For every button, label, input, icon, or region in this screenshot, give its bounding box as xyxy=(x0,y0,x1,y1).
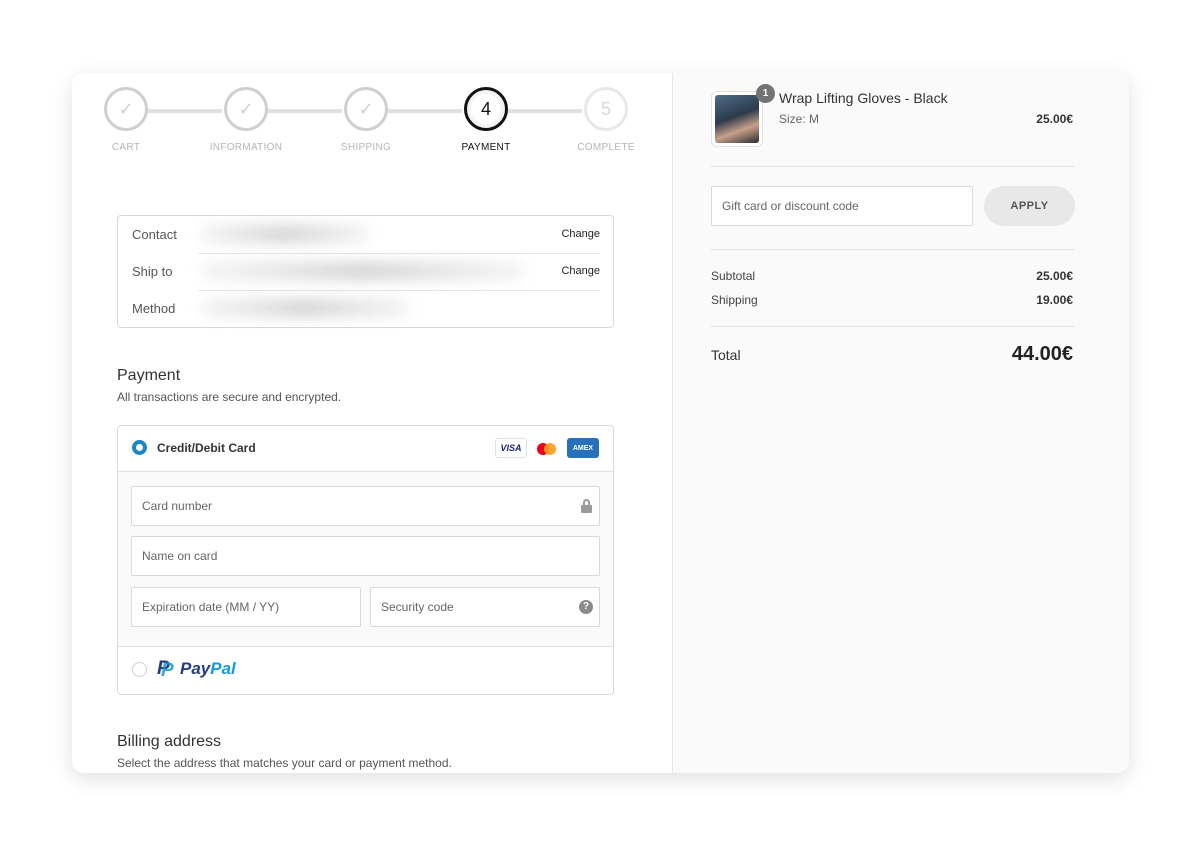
payment-title: Payment xyxy=(117,367,181,384)
step-label: CART xyxy=(111,142,141,153)
paypal-wordmark: PayPal xyxy=(180,659,236,678)
review-label: Method xyxy=(132,301,176,316)
step-payment: 4 PAYMENT xyxy=(462,87,510,153)
expiration-placeholder: Expiration date (MM / YY) xyxy=(142,600,280,614)
step-information[interactable]: ✓ INFORMATION xyxy=(210,87,282,153)
credit-card-option[interactable]: Credit/Debit Card VISA AMEX xyxy=(118,426,613,472)
product-price: 25.00€ xyxy=(1036,112,1073,126)
step-label: COMPLETE xyxy=(577,142,635,153)
product-image xyxy=(715,95,759,143)
checkout-card: ✓ CART ✓ INFORMATION ✓ SHIPPING 4 PAYMEN… xyxy=(72,73,1129,773)
credit-card-radio[interactable] xyxy=(132,440,147,455)
mastercard-icon xyxy=(531,438,563,458)
lock-icon xyxy=(581,499,592,513)
visa-icon: VISA xyxy=(495,438,527,458)
apply-discount-button[interactable]: APPLY xyxy=(984,186,1075,226)
quantity-badge: 1 xyxy=(756,84,775,103)
name-on-card-placeholder: Name on card xyxy=(142,549,218,563)
review-label: Contact xyxy=(132,227,177,242)
paypal-logo: P P PayPal xyxy=(157,658,236,681)
redacted-value xyxy=(200,261,525,281)
expiration-date-field[interactable]: Expiration date (MM / YY) xyxy=(131,587,361,627)
security-code-placeholder: Security code xyxy=(381,600,454,614)
step-cart[interactable]: ✓ CART xyxy=(104,87,148,153)
divider xyxy=(711,326,1075,327)
check-icon: ✓ xyxy=(344,87,388,131)
mastercard-circle-orange xyxy=(544,443,556,455)
divider xyxy=(711,249,1075,250)
credit-card-label: Credit/Debit Card xyxy=(157,441,256,455)
paypal-radio[interactable] xyxy=(132,662,147,677)
review-label: Ship to xyxy=(132,264,173,279)
redacted-value xyxy=(200,298,410,318)
step-label: PAYMENT xyxy=(461,142,511,153)
paypal-mark-icon: P P xyxy=(157,658,174,681)
total-value: 44.00€ xyxy=(1011,343,1073,365)
step-number: 5 xyxy=(584,87,628,131)
change-contact-link[interactable]: Change xyxy=(561,228,600,240)
order-summary-panel: 1 Wrap Lifting Gloves - Black Size: M 25… xyxy=(672,73,1129,773)
step-connector xyxy=(386,109,462,113)
product-thumbnail: 1 xyxy=(711,84,775,147)
step-connector xyxy=(146,109,222,113)
card-fields-area: Card number Name on card Expiration date… xyxy=(118,472,613,647)
total-label: Total xyxy=(711,347,741,363)
shipping-value: 19.00€ xyxy=(1036,293,1073,307)
subtotal-label: Subtotal xyxy=(711,269,756,283)
help-icon[interactable]: ? xyxy=(579,600,593,614)
amex-icon: AMEX xyxy=(567,438,599,458)
review-row-method: Method xyxy=(118,290,613,327)
order-review-box: Contact Change Ship to Change Method xyxy=(117,215,614,328)
check-icon: ✓ xyxy=(104,87,148,131)
product-variant: Size: M xyxy=(779,112,820,126)
change-address-link[interactable]: Change xyxy=(561,265,600,277)
step-complete: 5 COMPLETE xyxy=(577,87,634,153)
discount-placeholder: Gift card or discount code xyxy=(722,199,859,213)
step-connector xyxy=(506,109,582,113)
card-number-placeholder: Card number xyxy=(142,499,213,513)
checkout-stepper: ✓ CART ✓ INFORMATION ✓ SHIPPING 4 PAYMEN… xyxy=(102,85,642,155)
paypal-option[interactable]: P P PayPal xyxy=(118,647,613,694)
security-code-field[interactable]: Security code ? xyxy=(370,587,600,627)
step-connector xyxy=(266,109,342,113)
divider xyxy=(711,166,1075,167)
step-label: INFORMATION xyxy=(209,142,283,153)
payment-methods-box: Credit/Debit Card VISA AMEX Card number … xyxy=(117,425,614,695)
review-row-ship-to: Ship to Change xyxy=(118,253,613,290)
discount-code-input[interactable]: Gift card or discount code xyxy=(711,186,973,226)
subtotal-value: 25.00€ xyxy=(1036,269,1073,283)
step-number: 4 xyxy=(464,87,508,131)
check-icon: ✓ xyxy=(224,87,268,131)
card-number-field[interactable]: Card number xyxy=(131,486,600,526)
redacted-value xyxy=(200,224,370,244)
name-on-card-field[interactable]: Name on card xyxy=(131,536,600,576)
step-label: SHIPPING xyxy=(340,142,392,153)
product-name: Wrap Lifting Gloves - Black xyxy=(779,90,948,106)
step-shipping[interactable]: ✓ SHIPPING xyxy=(341,87,391,153)
billing-subtitle: Select the address that matches your car… xyxy=(117,756,452,770)
billing-title: Billing address xyxy=(117,733,222,750)
review-row-contact: Contact Change xyxy=(118,216,613,253)
payment-subtitle: All transactions are secure and encrypte… xyxy=(117,390,342,404)
shipping-label: Shipping xyxy=(711,293,758,307)
